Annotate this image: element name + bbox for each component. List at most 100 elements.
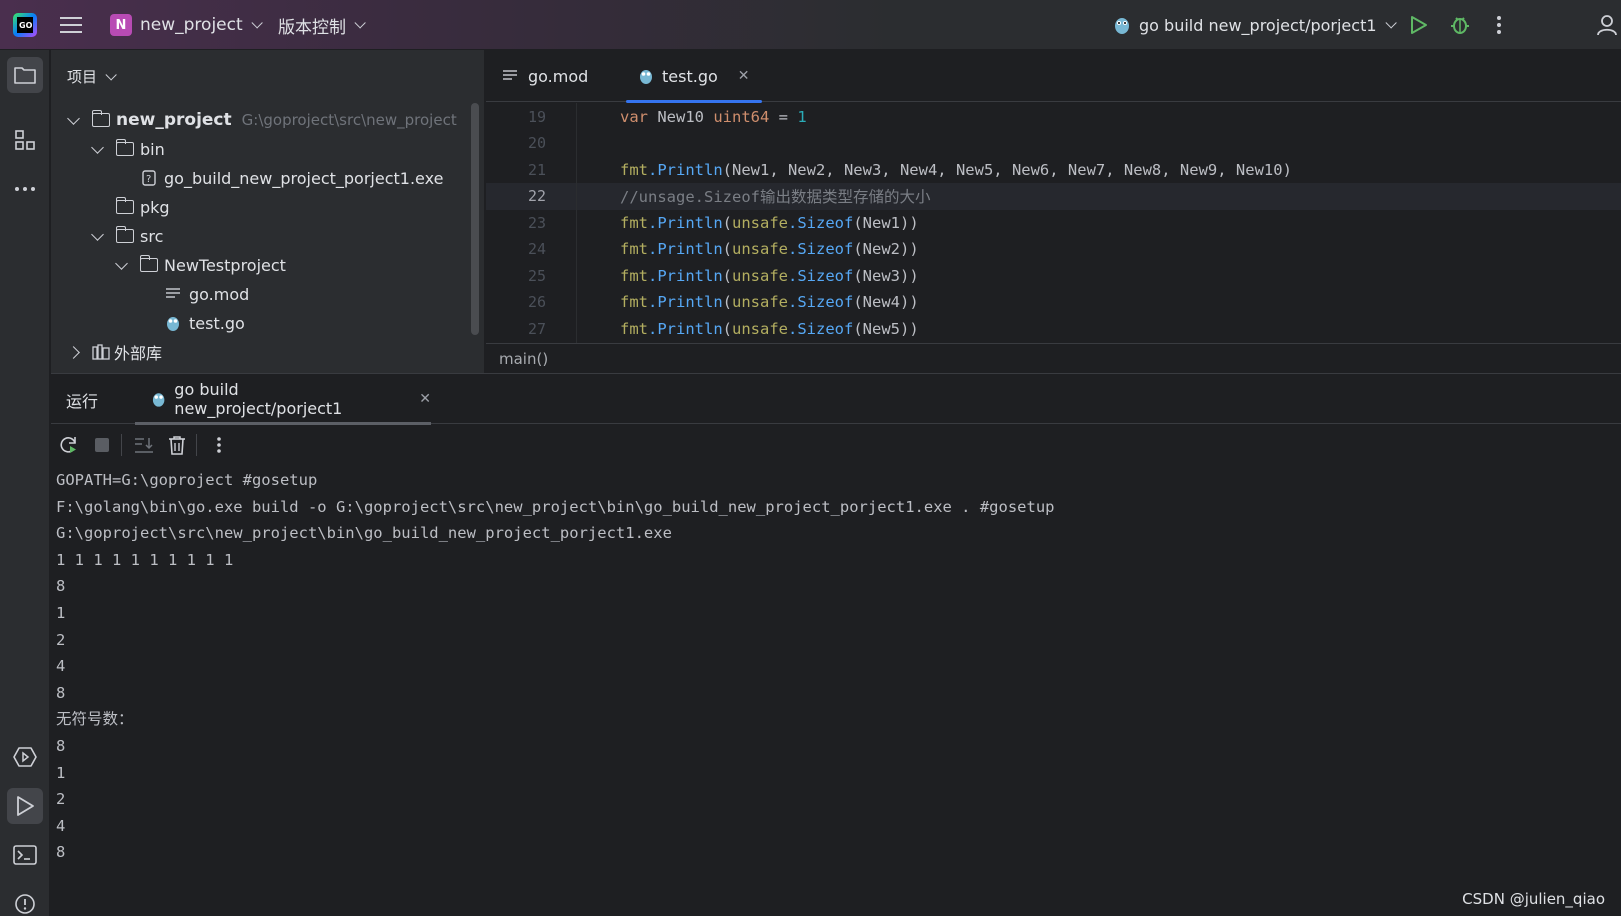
line-number: 27 [527,319,546,338]
gopher-icon [152,393,165,407]
run-toolbar [51,425,1621,465]
line-number: 19 [527,107,546,126]
console-output[interactable]: GOPATH=G:\goproject #gosetup F:\golang\b… [56,467,1616,916]
run-config-selector[interactable]: go build new_project/porject1 [1113,0,1397,50]
tree-node-label: go_build_new_project_porject1.exe [164,168,444,188]
tree-node-test-go[interactable]: test.go [165,309,245,337]
project-folder-icon[interactable] [7,57,43,93]
rerun-icon [60,437,76,453]
stop-icon [95,438,109,452]
code-text: fmt.Println(unsafe.Sizeof(New4)) [620,293,919,311]
tree-node-label: go.mod [189,284,250,304]
console-line: 8 [56,736,66,755]
stop-button[interactable] [87,430,117,460]
console-line: 无符号数： [56,710,134,729]
run-button[interactable] [1410,0,1428,50]
breadcrumb[interactable]: main() [486,343,1621,373]
code-line: 26 fmt.Println(unsafe.Sizeof(New4)) [486,289,1621,316]
project-panel-header[interactable]: 项目 [67,66,117,87]
folder-icon [115,197,134,214]
vcs-menu[interactable]: 版本控制 [278,0,366,50]
scroll-to-end-button[interactable] [129,430,159,460]
project-switcher[interactable]: N new_project [110,0,263,50]
toolbar-divider [121,434,122,456]
code-line-current: 22 //unsage.Sizeof输出数据类型存储的大小 [486,182,1621,210]
tree-node-label: new_project [116,110,232,130]
code-text: fmt.Println(unsafe.Sizeof(New2)) [620,240,919,258]
unknown-file-icon: ? [142,170,156,186]
run-config-label: go build new_project/porject1 [1139,15,1377,35]
tree-node-go-mod[interactable]: go.mod [165,280,249,308]
clear-all-button[interactable] [162,430,192,460]
console-line: 4 [56,816,66,835]
close-icon[interactable]: ✕ [419,391,431,407]
chevron-down-icon [354,17,366,29]
svg-text:GO: GO [19,21,33,30]
run-icon[interactable] [7,788,43,824]
code-line: 21 fmt.Println(New1, New2, New3, New4, N… [486,156,1621,183]
console-line: 1 [56,763,66,782]
line-number: 26 [527,293,546,311]
tree-node-src[interactable]: src [91,222,164,250]
account-icon[interactable] [1596,0,1618,50]
tree-node-bin[interactable]: bin [91,135,165,163]
chevron-down-icon [115,256,128,270]
tree-node-exe[interactable]: ? go_build_new_project_porject1.exe [142,164,443,192]
more-actions-icon[interactable] [1496,0,1502,50]
code-line: 24 fmt.Println(unsafe.Sizeof(New2)) [486,236,1621,263]
tab-label: go.mod [528,66,589,86]
code-text: fmt.Println(unsafe.Sizeof(New3)) [620,266,919,285]
play-icon [1411,16,1427,34]
line-number: 21 [527,160,546,179]
run-tab[interactable]: go build new_project/porject1 ✕ [135,374,431,425]
rerun-button[interactable] [54,430,84,460]
tab-test-go[interactable]: test.go ✕ [626,50,762,103]
tree-node-newtestproject[interactable]: NewTestproject [115,251,286,279]
code-comment: //unsage.Sizeof输出数据类型存储的大小 [620,188,931,206]
line-number: 20 [527,134,546,152]
services-icon[interactable] [7,739,43,775]
structure-icon[interactable] [7,122,43,158]
problems-icon[interactable] [7,886,43,916]
code-line: 23 fmt.Println(unsafe.Sizeof(New1)) [486,209,1621,236]
project-scrollbar[interactable] [471,103,479,335]
folder-icon [115,139,134,156]
svg-text:?: ? [146,174,151,185]
console-line: 8 [56,683,66,702]
main-menu-icon[interactable] [60,0,82,50]
close-icon[interactable]: ✕ [738,68,750,84]
chevron-down-icon [67,111,80,125]
code-text: var New10 uint64 = 1 [620,107,807,126]
tree-node-external-libs[interactable]: 外部库 [67,338,163,366]
gopher-icon [167,317,179,331]
chevron-down-icon [91,140,104,154]
project-path-hint: G:\goproject\src\new_project [241,111,457,129]
goland-logo-icon[interactable]: GO [12,0,38,50]
tree-node-label: NewTestproject [164,255,286,275]
gutter-separator [576,103,577,343]
console-line: GOPATH=G:\goproject #gosetup [56,471,318,489]
tree-node-pkg[interactable]: pkg [115,193,170,221]
console-line: F:\golang\bin\go.exe build -o G:\goproje… [56,497,1055,516]
more-icon[interactable] [7,171,43,207]
tab-go-mod[interactable]: go.mod [502,50,588,102]
code-line: 20 [486,130,1621,157]
debug-button[interactable] [1450,0,1470,50]
breadcrumb-item[interactable]: main() [499,350,548,368]
more-options-icon[interactable] [204,430,234,460]
tree-node-new-project[interactable]: new_project G:\goproject\src\new_project [67,106,457,134]
code-area[interactable]: 19 var New10 uint64 = 1 20 21 fmt.Printl… [486,103,1621,343]
project-badge: N [110,14,132,36]
console-line: 8 [56,843,66,862]
tree-node-label: test.go [189,313,245,333]
run-tab-label: go build new_project/porject1 [174,380,343,418]
tree-node-label: bin [140,139,165,159]
text-file-icon [166,288,180,298]
tree-node-label: 外部库 [114,344,163,363]
chevron-right-icon [67,345,80,359]
console-line: 8 [56,577,66,596]
code-text: fmt.Println(unsafe.Sizeof(New5)) [620,319,919,338]
terminal-icon[interactable] [7,837,43,873]
tree-node-label: src [140,226,164,246]
run-panel-title: 运行 [66,392,99,411]
